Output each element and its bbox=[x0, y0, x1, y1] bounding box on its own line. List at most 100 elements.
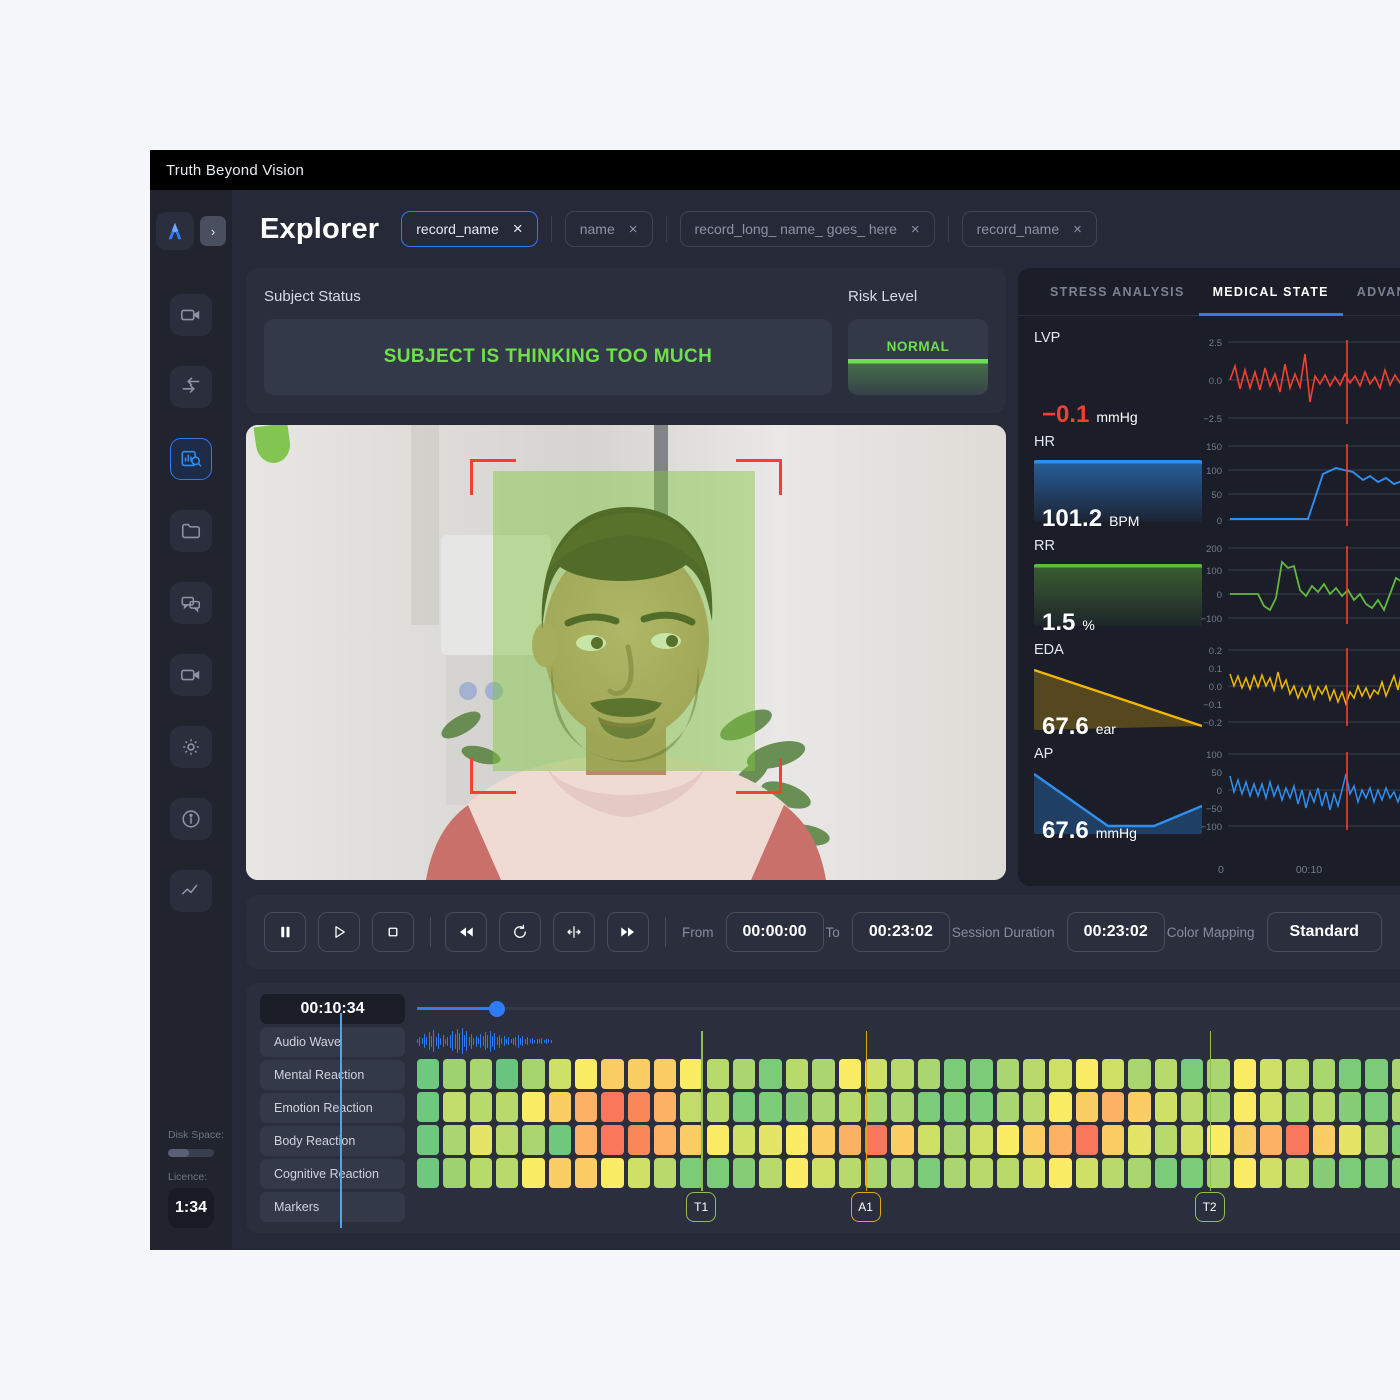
marker-pill[interactable]: T1 bbox=[686, 1192, 717, 1222]
rewind-button[interactable] bbox=[445, 912, 487, 952]
heatmap-cell[interactable] bbox=[759, 1059, 782, 1089]
heatmap-cell[interactable] bbox=[917, 1125, 940, 1155]
heatmap-cell[interactable] bbox=[627, 1158, 651, 1188]
heatmap-cell[interactable] bbox=[680, 1092, 703, 1122]
heatmap-cell[interactable] bbox=[1154, 1059, 1177, 1089]
heatmap-cell[interactable] bbox=[469, 1092, 493, 1122]
heatmap-cell[interactable] bbox=[838, 1092, 861, 1122]
heatmap-cell[interactable] bbox=[1312, 1092, 1336, 1122]
heatmap-cell[interactable] bbox=[733, 1059, 756, 1089]
heatmap-cell[interactable] bbox=[759, 1092, 782, 1122]
forward-button[interactable] bbox=[607, 912, 649, 952]
heatmap-cell[interactable] bbox=[864, 1125, 888, 1155]
heatmap-cell[interactable] bbox=[1365, 1125, 1388, 1155]
heatmap-cell[interactable] bbox=[996, 1059, 1019, 1089]
heatmap-cell[interactable] bbox=[1101, 1092, 1125, 1122]
body-reaction-track[interactable] bbox=[417, 1125, 1400, 1157]
tab-medical-state[interactable]: MEDICAL STATE bbox=[1198, 268, 1344, 316]
heatmap-cell[interactable] bbox=[917, 1059, 940, 1089]
heatmap-cell[interactable] bbox=[943, 1092, 967, 1122]
heatmap-cell[interactable] bbox=[917, 1158, 940, 1188]
heatmap-cell[interactable] bbox=[1180, 1158, 1204, 1188]
heatmap-cell[interactable] bbox=[627, 1059, 651, 1089]
heatmap-cell[interactable] bbox=[1391, 1158, 1400, 1188]
heatmap-cell[interactable] bbox=[1365, 1158, 1388, 1188]
heatmap-cell[interactable] bbox=[706, 1125, 730, 1155]
heatmap-cell[interactable] bbox=[1154, 1158, 1177, 1188]
heatmap-cell[interactable] bbox=[785, 1158, 809, 1188]
heatmap-cell[interactable] bbox=[943, 1158, 967, 1188]
close-icon[interactable]: × bbox=[513, 219, 523, 239]
sidebar-item-video-camera-2[interactable] bbox=[170, 654, 212, 696]
heatmap-cell[interactable] bbox=[1391, 1059, 1400, 1089]
heatmap-cell[interactable] bbox=[970, 1158, 993, 1188]
heatmap-cell[interactable] bbox=[522, 1125, 545, 1155]
heatmap-cell[interactable] bbox=[627, 1092, 651, 1122]
heatmap-cell[interactable] bbox=[522, 1092, 545, 1122]
heatmap-cell[interactable] bbox=[1075, 1158, 1098, 1188]
heatmap-cell[interactable] bbox=[1022, 1158, 1046, 1188]
video-player[interactable] bbox=[246, 425, 1006, 880]
heatmap-cell[interactable] bbox=[601, 1059, 624, 1089]
heatmap-cell[interactable] bbox=[601, 1158, 624, 1188]
heatmap-cell[interactable] bbox=[838, 1125, 861, 1155]
heatmap-cell[interactable] bbox=[1154, 1125, 1177, 1155]
heatmap-cell[interactable] bbox=[812, 1125, 835, 1155]
heatmap-cell[interactable] bbox=[943, 1059, 967, 1089]
audio-wave-track[interactable] bbox=[417, 1026, 1400, 1058]
slider-knob[interactable] bbox=[489, 1001, 505, 1017]
heatmap-cell[interactable] bbox=[733, 1158, 756, 1188]
heatmap-cell[interactable] bbox=[1128, 1158, 1151, 1188]
heatmap-cell[interactable] bbox=[443, 1092, 466, 1122]
marker-pill[interactable]: A1 bbox=[850, 1192, 881, 1222]
sidebar-item-analytics[interactable] bbox=[170, 438, 212, 480]
heatmap-cell[interactable] bbox=[1022, 1125, 1046, 1155]
heatmap-cell[interactable] bbox=[522, 1059, 545, 1089]
heatmap-cell[interactable] bbox=[1049, 1059, 1072, 1089]
heatmap-cell[interactable] bbox=[1154, 1092, 1177, 1122]
app-logo[interactable] bbox=[156, 212, 194, 250]
heatmap-cell[interactable] bbox=[891, 1125, 914, 1155]
heatmap-cell[interactable] bbox=[1233, 1158, 1256, 1188]
heatmap-cell[interactable] bbox=[496, 1092, 519, 1122]
sidebar-item-video-camera[interactable] bbox=[170, 294, 212, 336]
sidebar-item-info[interactable] bbox=[170, 798, 212, 840]
heatmap-cell[interactable] bbox=[680, 1158, 703, 1188]
heatmap-cell[interactable] bbox=[575, 1158, 598, 1188]
heatmap-cell[interactable] bbox=[891, 1059, 914, 1089]
fit-range-button[interactable] bbox=[553, 912, 595, 952]
heatmap-cell[interactable] bbox=[1180, 1092, 1204, 1122]
heatmap-cell[interactable] bbox=[1339, 1092, 1362, 1122]
heatmap-cell[interactable] bbox=[1286, 1059, 1309, 1089]
heatmap-cell[interactable] bbox=[443, 1125, 466, 1155]
heatmap-cell[interactable] bbox=[1075, 1059, 1098, 1089]
heatmap-cell[interactable] bbox=[601, 1092, 624, 1122]
heatmap-cell[interactable] bbox=[706, 1158, 730, 1188]
heatmap-cell[interactable] bbox=[970, 1125, 993, 1155]
heatmap-cell[interactable] bbox=[496, 1059, 519, 1089]
heatmap-cell[interactable] bbox=[1286, 1092, 1309, 1122]
heatmap-cell[interactable] bbox=[1260, 1125, 1283, 1155]
heatmap-cell[interactable] bbox=[469, 1059, 493, 1089]
close-icon[interactable]: × bbox=[629, 221, 638, 238]
sidebar-item-trend[interactable] bbox=[170, 870, 212, 912]
heatmap-cell[interactable] bbox=[1128, 1092, 1151, 1122]
heatmap-cell[interactable] bbox=[706, 1059, 730, 1089]
pause-button[interactable] bbox=[264, 912, 306, 952]
tab-stress-analysis[interactable]: STRESS ANALYSIS bbox=[1036, 268, 1199, 315]
cognitive-reaction-track[interactable] bbox=[417, 1158, 1400, 1190]
heatmap-cell[interactable] bbox=[417, 1158, 440, 1188]
heatmap-cell[interactable] bbox=[654, 1059, 677, 1089]
heatmap-cell[interactable] bbox=[496, 1158, 519, 1188]
heatmap-cell[interactable] bbox=[970, 1059, 993, 1089]
replay-button[interactable] bbox=[499, 912, 541, 952]
heatmap-cell[interactable] bbox=[1233, 1059, 1256, 1089]
heatmap-cell[interactable] bbox=[680, 1059, 703, 1089]
heatmap-cell[interactable] bbox=[1365, 1059, 1388, 1089]
heatmap-cell[interactable] bbox=[838, 1158, 861, 1188]
heatmap-cell[interactable] bbox=[1075, 1092, 1098, 1122]
heatmap-cell[interactable] bbox=[1233, 1092, 1256, 1122]
close-icon[interactable]: × bbox=[911, 221, 920, 238]
heatmap-cell[interactable] bbox=[1022, 1092, 1046, 1122]
heatmap-cell[interactable] bbox=[864, 1059, 888, 1089]
